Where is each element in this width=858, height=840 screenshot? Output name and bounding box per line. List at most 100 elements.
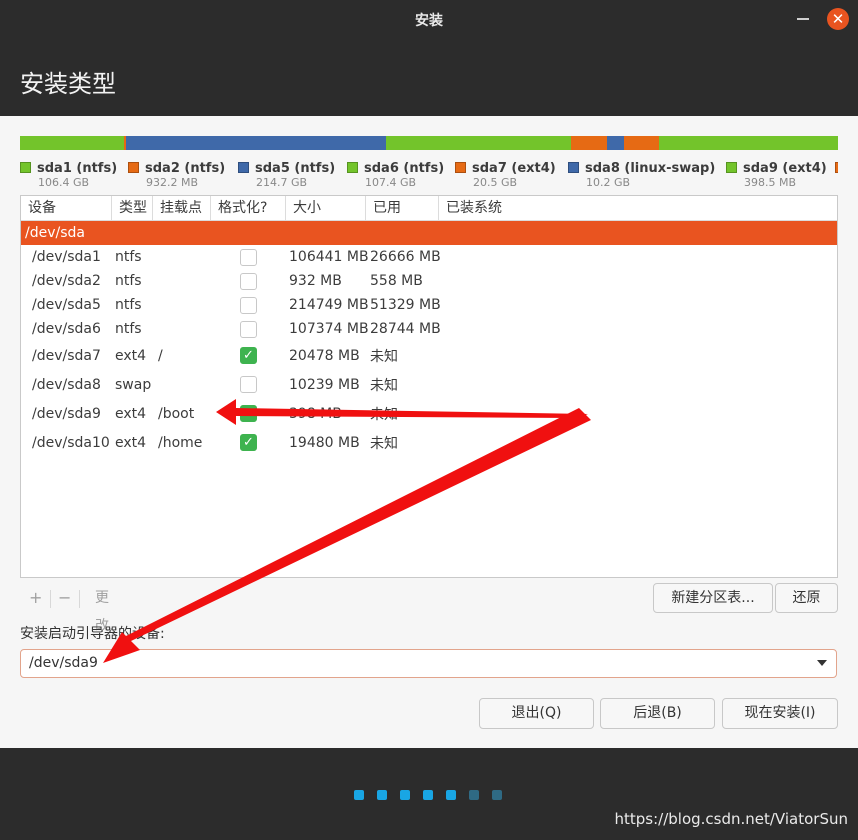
- legend-item: sda9 (ext4) 398.5 MB: [726, 157, 827, 189]
- col-size[interactable]: 大小: [286, 196, 366, 220]
- cell-used: 26666 MB: [370, 249, 441, 265]
- format-checkbox[interactable]: ✓: [240, 347, 257, 364]
- table-row[interactable]: /dev/sda7 ext4 / ✓ 20478 MB 未知: [21, 341, 837, 370]
- col-device[interactable]: 设备: [21, 196, 112, 220]
- legend-size: 932.2 MB: [146, 176, 199, 189]
- cell-size: 10239 MB: [289, 376, 360, 393]
- cell-size: 20478 MB: [289, 347, 360, 364]
- progress-dot: [354, 790, 364, 800]
- cell-device: /dev/sda1: [32, 249, 101, 265]
- legend-item: sda7 (ext4) 20.5 GB: [455, 157, 556, 189]
- legend-size: 10.2 GB: [586, 176, 631, 189]
- revert-button[interactable]: 还原: [775, 583, 838, 613]
- cell-device: /dev/sda6: [32, 321, 101, 337]
- cell-size: 398 MB: [289, 405, 342, 422]
- remove-partition-button[interactable]: −: [58, 584, 71, 612]
- legend-size: 398.5 MB: [744, 176, 797, 189]
- cell-device: /dev/sda2: [32, 273, 101, 289]
- col-mount[interactable]: 挂载点: [153, 196, 211, 220]
- table-row[interactable]: /dev/sda6 ntfs 107374 MB 28744 MB: [21, 317, 837, 341]
- cell-size: 214749 MB: [289, 297, 369, 313]
- progress-dot: [492, 790, 502, 800]
- cell-type: swap: [115, 376, 152, 393]
- cell-type: ext4: [115, 434, 147, 451]
- progress-footer: https://blog.csdn.net/ViatorSun: [0, 748, 858, 840]
- legend-name: sda1 (ntfs): [37, 161, 118, 176]
- cell-type: ntfs: [115, 249, 142, 265]
- cell-device: /dev/sda8: [32, 376, 101, 393]
- new-partition-table-button[interactable]: 新建分区表...: [653, 583, 773, 613]
- partition-bar: [20, 136, 838, 150]
- cell-used: 未知: [370, 348, 398, 365]
- format-checkbox[interactable]: [240, 376, 257, 393]
- legend-name: sda9 (ext4): [743, 161, 827, 176]
- format-checkbox[interactable]: ✓: [240, 405, 257, 422]
- col-installed-os[interactable]: 已装系统: [439, 196, 837, 220]
- col-used[interactable]: 已用: [366, 196, 439, 220]
- partition-bar-segment: [606, 136, 624, 150]
- table-row[interactable]: /dev/sda10 ext4/home ✓ 19480 MB 未知: [21, 428, 837, 457]
- format-checkbox[interactable]: [240, 248, 257, 266]
- cell-device: /dev/sda5: [32, 297, 101, 313]
- cell-type: ntfs: [115, 321, 142, 337]
- change-partition-button[interactable]: 更改...: [95, 584, 122, 634]
- legend-item: sda8 (linux-swap) 10.2 GB: [568, 157, 715, 189]
- legend-swatch: [20, 162, 31, 173]
- bootloader-device-value: /dev/sda9: [29, 655, 98, 671]
- format-checkbox[interactable]: ✓: [240, 434, 257, 451]
- cell-mount: /boot: [158, 405, 195, 422]
- legend-swatch: [835, 162, 838, 173]
- cell-type: ntfs: [115, 297, 142, 313]
- legend-name: sda7 (ext4): [472, 161, 556, 176]
- legend-item: sda1 (ntfs) 106.4 GB: [20, 157, 118, 189]
- close-button[interactable]: ✕: [827, 8, 849, 30]
- quit-button[interactable]: 退出(Q): [479, 698, 594, 729]
- install-now-button[interactable]: 现在安装(I): [722, 698, 838, 729]
- partition-bar-segment: [126, 136, 387, 150]
- cell-used: 51329 MB: [370, 297, 441, 313]
- table-header: 设备 类型 挂载点 格式化? 大小 已用 已装系统: [21, 196, 837, 221]
- back-button[interactable]: 后退(B): [600, 698, 715, 729]
- format-checkbox[interactable]: [240, 272, 257, 290]
- add-partition-button[interactable]: +: [29, 584, 42, 612]
- table-row[interactable]: /dev/sda5 ntfs 214749 MB 51329 MB: [21, 293, 837, 317]
- cell-size: 932 MB: [289, 273, 342, 289]
- bootloader-device-select[interactable]: /dev/sda9: [20, 649, 837, 678]
- table-row[interactable]: /dev/sda9 ext4/boot ✓ 398 MB 未知: [21, 399, 837, 428]
- minimize-button[interactable]: [797, 18, 809, 20]
- partition-bar-segment: [386, 136, 571, 150]
- format-checkbox[interactable]: [240, 320, 257, 338]
- legend-item: sda5 (ntfs) 214.7 GB: [238, 157, 336, 189]
- legend-name: sda5 (ntfs): [255, 161, 336, 176]
- cell-mount: /: [158, 347, 163, 364]
- table-row[interactable]: /dev/sda2 ntfs 932 MB 558 MB: [21, 269, 837, 293]
- legend-name: sda2 (ntfs): [145, 161, 226, 176]
- table-row[interactable]: /dev/sda1 ntfs 106441 MB 26666 MB: [21, 245, 837, 269]
- col-type[interactable]: 类型: [112, 196, 153, 220]
- cell-used: 未知: [370, 377, 398, 394]
- legend-item: [835, 157, 838, 176]
- partition-bar-segment: [623, 136, 659, 150]
- disk-row[interactable]: /dev/sda: [21, 221, 837, 245]
- legend-item: sda2 (ntfs) 932.2 MB: [128, 157, 226, 189]
- cell-type: ntfs: [115, 273, 142, 289]
- legend-swatch: [128, 162, 139, 173]
- toolbar-divider: [79, 590, 80, 608]
- cell-size: 107374 MB: [289, 321, 369, 337]
- cell-device: /dev/sda7: [32, 347, 101, 364]
- progress-dot: [446, 790, 456, 800]
- page-header: 安装类型: [0, 38, 858, 116]
- col-format[interactable]: 格式化?: [211, 196, 286, 220]
- progress-dot: [469, 790, 479, 800]
- partition-legend: sda1 (ntfs) 106.4 GB sda2 (ntfs) 932.2 MB sd…: [20, 157, 838, 193]
- table-row[interactable]: /dev/sda8 swap 10239 MB 未知: [21, 370, 837, 399]
- cell-used: 未知: [370, 406, 398, 423]
- partition-table: 设备 类型 挂载点 格式化? 大小 已用 已装系统 /dev/sda /dev/…: [20, 195, 838, 578]
- cell-type: ext4: [115, 405, 147, 422]
- toolbar-divider: [50, 590, 51, 608]
- cell-mount: /home: [158, 434, 203, 451]
- cell-size: 106441 MB: [289, 249, 369, 265]
- legend-size: 106.4 GB: [38, 176, 90, 189]
- format-checkbox[interactable]: [240, 296, 257, 314]
- legend-size: 107.4 GB: [365, 176, 417, 189]
